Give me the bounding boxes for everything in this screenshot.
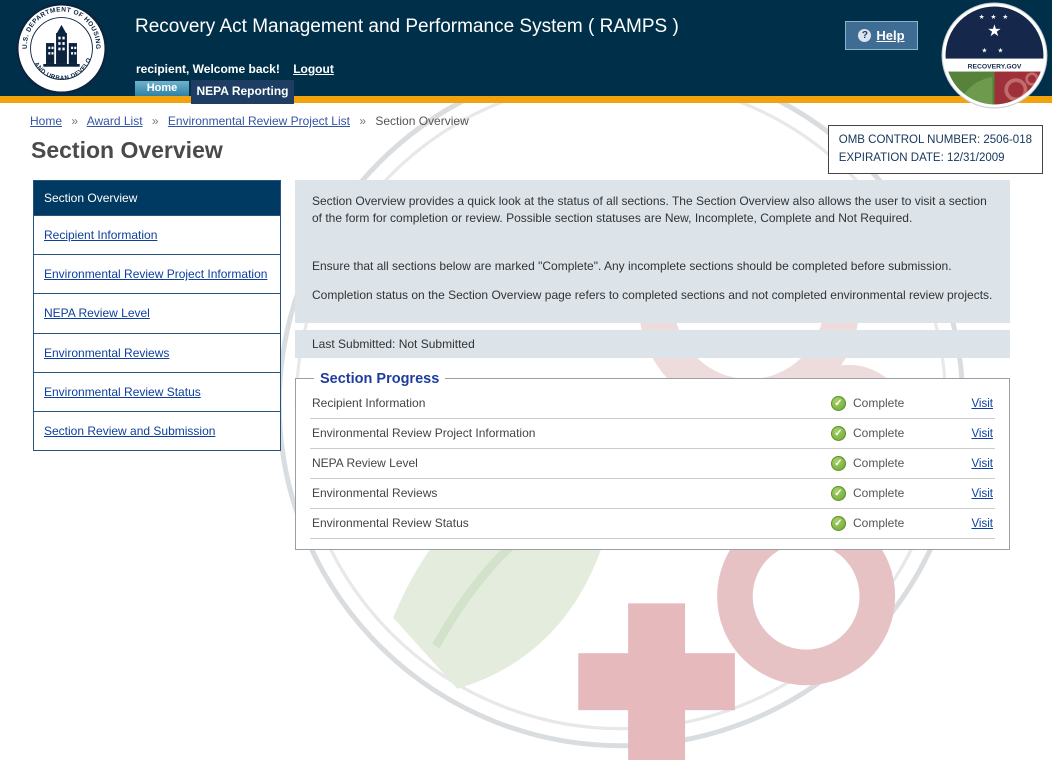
svg-text:★ ★ ★: ★ ★ ★: [979, 14, 1011, 21]
progress-row-env-review-project-information: Environmental Review Project Information…: [310, 419, 995, 449]
section-progress-fieldset: Section Progress Recipient Information ✓…: [295, 371, 1010, 550]
last-submitted-bar: Last Submitted: Not Submitted: [295, 330, 1010, 358]
visit-link[interactable]: Visit: [971, 518, 993, 530]
intro-paragraph-3: Completion status on the Section Overvie…: [312, 287, 993, 304]
intro-paragraph-1: Section Overview provides a quick look a…: [312, 193, 993, 228]
breadcrumb-separator: »: [71, 114, 78, 128]
svg-text:RECOVERY.GOV: RECOVERY.GOV: [968, 63, 1022, 70]
sidebar-link[interactable]: Environmental Review Project Information: [44, 267, 267, 281]
progress-status-label: Complete: [853, 396, 904, 410]
progress-status: ✓ Complete: [831, 486, 951, 501]
progress-status-label: Complete: [853, 456, 904, 470]
app-title: Recovery Act Management and Performance …: [135, 16, 679, 38]
main-content: Section Overview provides a quick look a…: [295, 180, 1010, 550]
breadcrumb-home[interactable]: Home: [30, 114, 62, 128]
welcome-text: recipient, Welcome back!: [136, 62, 280, 76]
hud-seal-logo: U.S. DEPARTMENT OF HOUSING AND URBAN DEV…: [16, 3, 107, 94]
progress-section-name: Recipient Information: [312, 396, 831, 410]
progress-status-label: Complete: [853, 516, 904, 530]
header-accent-bar: [0, 96, 1052, 103]
recovery-seal-icon: ★ ★ ★ ★ ★ ★ RECOVERY.GOV: [941, 2, 1048, 109]
omb-control-number: OMB CONTROL NUMBER: 2506-018: [839, 131, 1032, 149]
help-button-label: Help: [876, 28, 904, 43]
progress-status: ✓ Complete: [831, 396, 951, 411]
sidebar-item-section-review-and-submission[interactable]: Section Review and Submission: [34, 411, 280, 450]
sidebar-header: Section Overview: [34, 181, 280, 215]
recovery-gov-logo: ★ ★ ★ ★ ★ ★ RECOVERY.GOV: [941, 2, 1048, 109]
sidebar-link[interactable]: Recipient Information: [44, 228, 157, 242]
progress-section-name: NEPA Review Level: [312, 456, 831, 470]
visit-link[interactable]: Visit: [971, 488, 993, 500]
sidebar-link[interactable]: Environmental Reviews: [44, 346, 169, 360]
progress-status: ✓ Complete: [831, 426, 951, 441]
sidebar-link[interactable]: Section Review and Submission: [44, 424, 215, 438]
section-overview-description: Section Overview provides a quick look a…: [295, 180, 1010, 323]
visit-link[interactable]: Visit: [971, 428, 993, 440]
progress-status-label: Complete: [853, 426, 904, 440]
sidebar-link[interactable]: Environmental Review Status: [44, 385, 201, 399]
tab-home[interactable]: Home: [135, 81, 189, 96]
visit-link[interactable]: Visit: [971, 458, 993, 470]
section-sidebar: Section Overview Recipient Information E…: [33, 180, 281, 451]
logout-link[interactable]: Logout: [293, 62, 334, 76]
breadcrumb-separator: »: [152, 114, 159, 128]
sidebar-item-environmental-review-status[interactable]: Environmental Review Status: [34, 372, 280, 411]
progress-status-label: Complete: [853, 486, 904, 500]
visit-link[interactable]: Visit: [971, 398, 993, 410]
progress-status: ✓ Complete: [831, 516, 951, 531]
breadcrumb-award-list[interactable]: Award List: [87, 114, 143, 128]
sidebar-item-recipient-information[interactable]: Recipient Information: [34, 215, 280, 254]
sidebar-item-environmental-reviews[interactable]: Environmental Reviews: [34, 333, 280, 372]
help-icon: ?: [858, 29, 871, 42]
breadcrumb: Home » Award List » Environmental Review…: [30, 114, 469, 128]
page-title: Section Overview: [31, 137, 223, 164]
progress-row-recipient-information: Recipient Information ✓ Complete Visit: [310, 389, 995, 419]
breadcrumb-separator: »: [359, 114, 366, 128]
help-button[interactable]: ? Help: [845, 21, 918, 50]
svg-text:★: ★: [987, 22, 1001, 40]
breadcrumb-env-review-project-list[interactable]: Environmental Review Project List: [168, 114, 350, 128]
progress-section-name: Environmental Reviews: [312, 486, 831, 500]
sidebar-item-nepa-review-level[interactable]: NEPA Review Level: [34, 293, 280, 332]
tab-nepa-reporting[interactable]: NEPA Reporting: [191, 80, 294, 104]
section-progress-legend: Section Progress: [314, 371, 445, 387]
sidebar-item-env-review-project-information[interactable]: Environmental Review Project Information: [34, 254, 280, 293]
complete-check-icon: ✓: [831, 516, 846, 531]
progress-section-name: Environmental Review Status: [312, 516, 831, 530]
intro-paragraph-2: Ensure that all sections below are marke…: [312, 258, 993, 275]
progress-section-name: Environmental Review Project Information: [312, 426, 831, 440]
sidebar-link[interactable]: NEPA Review Level: [44, 306, 150, 320]
complete-check-icon: ✓: [831, 426, 846, 441]
progress-status: ✓ Complete: [831, 456, 951, 471]
omb-expiration-date: EXPIRATION DATE: 12/31/2009: [839, 149, 1032, 167]
progress-row-environmental-reviews: Environmental Reviews ✓ Complete Visit: [310, 479, 995, 509]
complete-check-icon: ✓: [831, 396, 846, 411]
progress-row-nepa-review-level: NEPA Review Level ✓ Complete Visit: [310, 449, 995, 479]
hud-seal-icon: U.S. DEPARTMENT OF HOUSING AND URBAN DEV…: [16, 3, 107, 94]
svg-text:★ ★: ★ ★: [981, 47, 1007, 54]
complete-check-icon: ✓: [831, 456, 846, 471]
complete-check-icon: ✓: [831, 486, 846, 501]
welcome-row: recipient, Welcome back! Logout: [136, 62, 334, 76]
omb-control-box: OMB CONTROL NUMBER: 2506-018 EXPIRATION …: [828, 125, 1043, 174]
breadcrumb-current: Section Overview: [375, 114, 468, 128]
progress-row-environmental-review-status: Environmental Review Status ✓ Complete V…: [310, 509, 995, 539]
